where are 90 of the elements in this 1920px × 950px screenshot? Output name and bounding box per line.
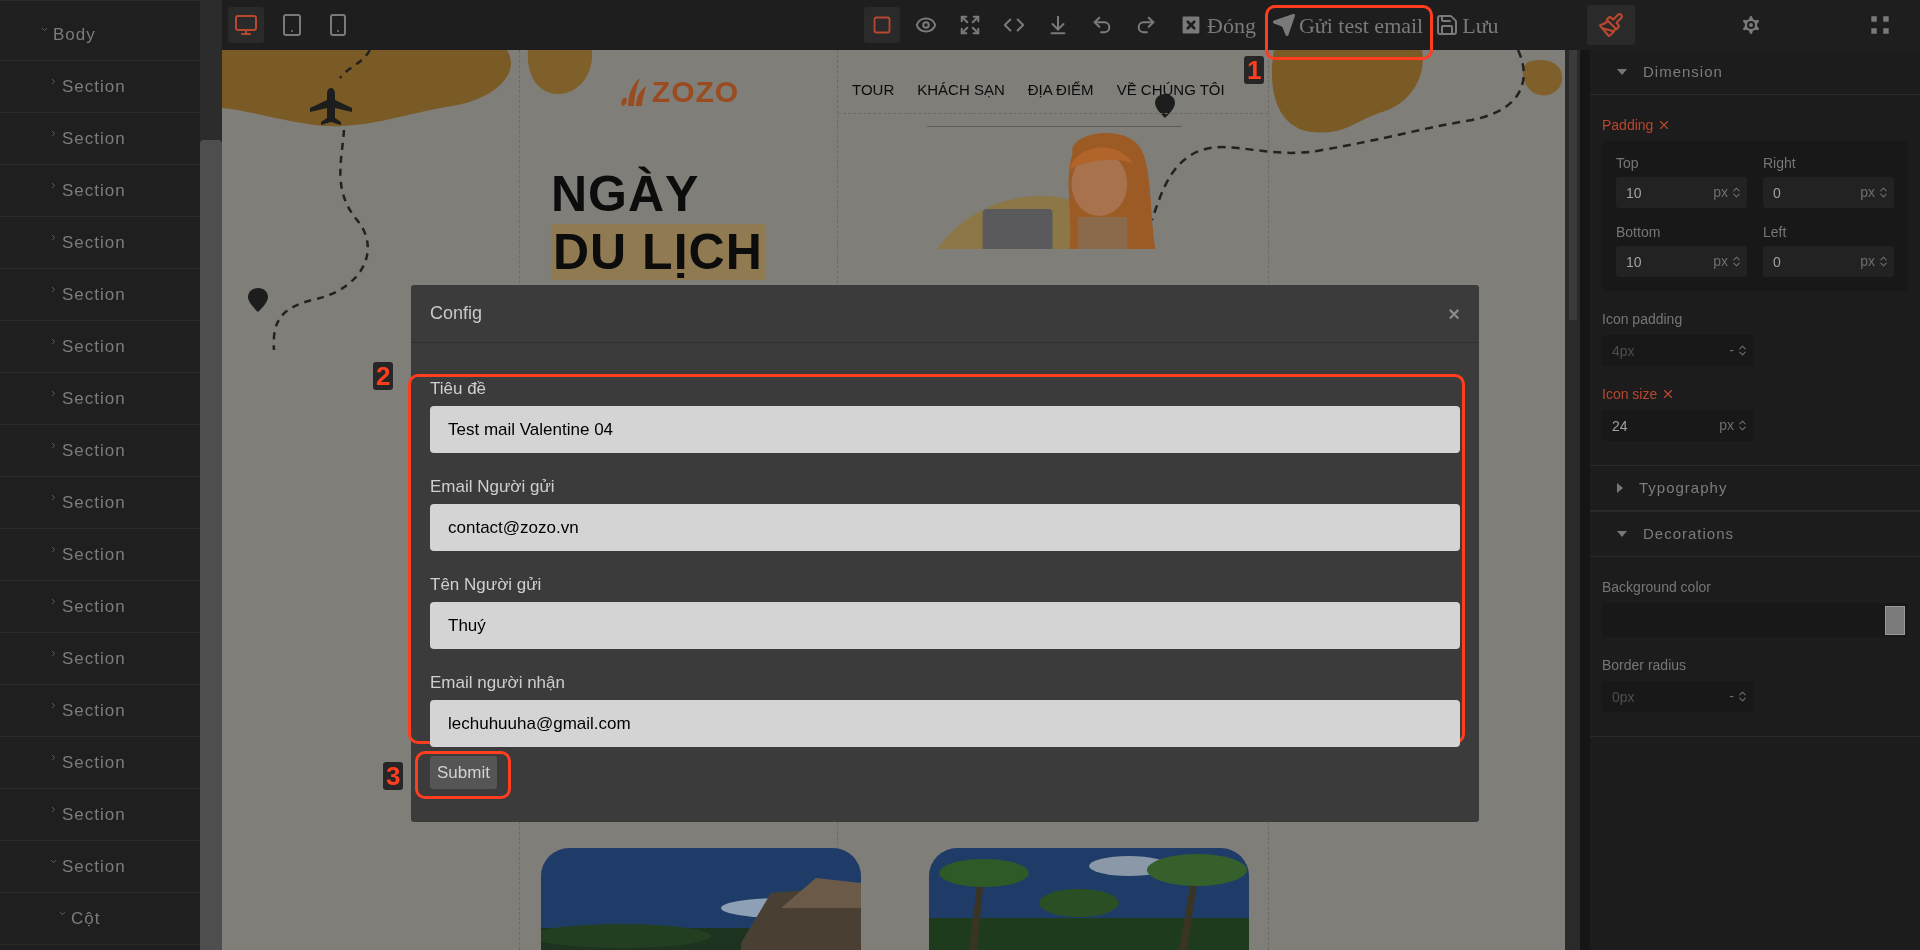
chevron-right-icon[interactable]	[49, 233, 58, 242]
property-label: Bottom	[1616, 223, 1662, 240]
annotation-number: 1	[1243, 56, 1265, 84]
property-label: Border radius	[1602, 655, 1687, 675]
stepper-icon[interactable]	[1736, 419, 1749, 432]
close-button[interactable]: ×	[1448, 303, 1460, 324]
desktop-view-button[interactable]	[228, 7, 264, 43]
chevron-right-icon[interactable]	[49, 701, 58, 710]
blob-shape	[1522, 60, 1563, 96]
nav-link[interactable]: ĐỊA ĐIỂM	[1027, 78, 1094, 101]
property-label: Background color	[1602, 577, 1711, 597]
stepper-icon[interactable]	[1877, 255, 1890, 268]
unit-label: px	[1713, 183, 1728, 202]
square-icon	[872, 15, 892, 35]
scrollbar-thumb[interactable]	[1568, 50, 1577, 320]
hero-heading: DU LỊCH	[551, 224, 765, 280]
annotation-number: 3	[383, 762, 404, 790]
save-button[interactable]: Lưu	[1435, 7, 1499, 43]
chevron-down-icon[interactable]	[58, 909, 67, 918]
nav-link[interactable]: KHÁCH SẠN	[917, 78, 1005, 101]
stepper-icon[interactable]	[1736, 344, 1749, 357]
unit-label: px	[1719, 416, 1734, 435]
text-field[interactable]: Thuý	[430, 602, 1460, 649]
chevron-down-icon[interactable]	[40, 25, 49, 34]
chevron-right-icon[interactable]	[49, 77, 58, 86]
color-swatch[interactable]	[1885, 605, 1905, 635]
scrollbar-thumb[interactable]	[200, 140, 222, 950]
field-label: Tên Người gửi	[430, 575, 543, 595]
undo-icon	[1091, 14, 1113, 36]
property-label: Padding	[1602, 115, 1654, 135]
expand-icon	[959, 14, 981, 36]
airplane-icon	[310, 88, 352, 125]
caret-down-icon	[1617, 69, 1627, 75]
chevron-right-icon[interactable]	[49, 129, 58, 138]
text-field[interactable]: lechuhuuha@gmail.com	[430, 700, 1460, 747]
location-pin-icon	[1155, 94, 1175, 118]
chevron-down-icon[interactable]	[49, 857, 58, 866]
annotation-number: 2	[373, 362, 394, 390]
caret-down-icon	[1617, 531, 1627, 537]
text-field[interactable]: contact@zozo.vn	[430, 504, 1460, 551]
unit-label: px	[1860, 183, 1875, 202]
stepper-icon[interactable]	[1736, 690, 1749, 703]
chevron-right-icon[interactable]	[49, 181, 58, 190]
property-label: Top	[1616, 154, 1640, 171]
property-label: Icon size	[1602, 384, 1658, 404]
chevron-right-icon[interactable]	[49, 441, 58, 450]
style-manager-tab[interactable]	[1587, 5, 1635, 45]
sector-header[interactable]: Decorations	[1590, 512, 1920, 557]
monitor-icon	[234, 13, 258, 37]
paper-plane-icon	[1271, 13, 1296, 37]
chevron-right-icon[interactable]	[49, 597, 58, 606]
chevron-right-icon[interactable]	[49, 493, 58, 502]
paintbrush-icon	[1598, 12, 1624, 38]
tablet-icon	[280, 13, 304, 37]
sector-header[interactable]: Dimension	[1590, 50, 1920, 95]
dialog-title: Config	[430, 302, 483, 325]
chevron-right-icon[interactable]	[49, 337, 58, 346]
chevron-right-icon[interactable]	[49, 805, 58, 814]
caret-right-icon	[1617, 483, 1623, 493]
redo-icon	[1135, 14, 1157, 36]
chevron-right-icon[interactable]	[49, 649, 58, 658]
chevron-right-icon[interactable]	[49, 389, 58, 398]
property-label: Left	[1763, 223, 1788, 240]
nav-link[interactable]: TOUR	[852, 78, 895, 101]
nav-link[interactable]: VỀ CHÚNG TÔI	[1116, 78, 1225, 101]
chevron-right-icon[interactable]	[49, 285, 58, 294]
square-button[interactable]	[864, 7, 900, 43]
property-label: Right	[1763, 154, 1797, 171]
send-button[interactable]: Gửi test email	[1271, 7, 1424, 43]
field-label: Email Người gửi	[430, 477, 556, 497]
stepper-icon[interactable]	[1877, 186, 1890, 199]
stepper-icon[interactable]	[1730, 186, 1743, 199]
text-field[interactable]: Test mail Valentine 04	[430, 406, 1460, 453]
hero-heading: NGÀY	[551, 166, 700, 222]
chevron-right-icon[interactable]	[49, 753, 58, 762]
blob-shape	[527, 50, 593, 94]
unit-label: px	[1860, 252, 1875, 271]
property-label: Icon padding	[1602, 309, 1683, 329]
unit-label: -	[1729, 341, 1734, 360]
close-button[interactable]: Đóng	[1178, 7, 1256, 43]
color-field[interactable]	[1602, 603, 1908, 637]
stepper-icon[interactable]	[1730, 255, 1743, 268]
chevron-right-icon[interactable]	[49, 545, 58, 554]
sector-header[interactable]: Typography	[1590, 466, 1920, 511]
unit-label: px	[1713, 252, 1728, 271]
location-pin-icon	[248, 288, 268, 312]
submit-button[interactable]: Submit	[430, 756, 497, 789]
unit-label: -	[1729, 687, 1734, 706]
field-label: Email người nhận	[430, 673, 566, 693]
field-label: Tiêu đề	[430, 379, 488, 399]
